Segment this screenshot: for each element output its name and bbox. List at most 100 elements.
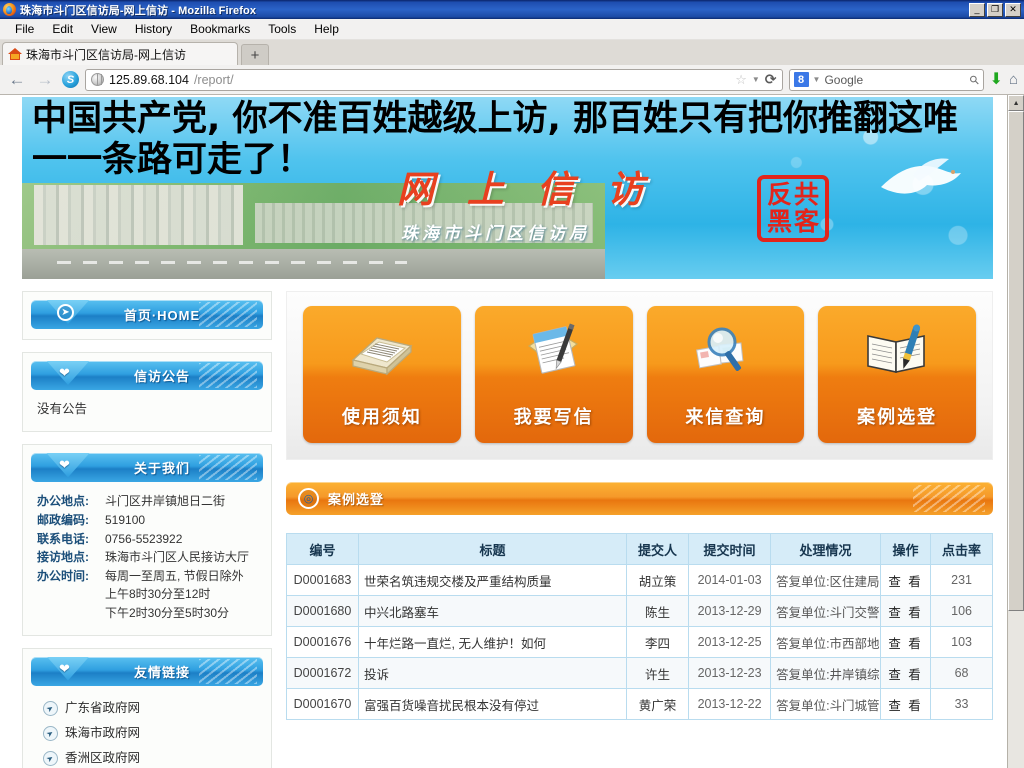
links-body: 广东省政府网 珠海市政府网 香洲区政府网 xyxy=(31,686,263,768)
sidebar-item-home[interactable]: ➤ 首页·HOME xyxy=(31,300,263,329)
cell-title[interactable]: 投诉 xyxy=(357,657,628,689)
panel-title-about: 关于我们 xyxy=(133,461,190,477)
cell-title[interactable]: 十年烂路一直烂, 无人维护！如何 xyxy=(357,626,628,658)
home-icon[interactable]: ⌂ xyxy=(1009,72,1018,87)
menu-tools[interactable]: Tools xyxy=(259,20,305,38)
panel-title-links: 友情链接 xyxy=(133,664,190,680)
case-list-section: ◎ 案例选登 编号 标题 提交人 提交时间 处理情况 操作 点击率 D00016… xyxy=(286,482,994,720)
menu-history[interactable]: History xyxy=(126,20,181,38)
tile-letter-query[interactable]: 来信查询 xyxy=(646,306,805,443)
link-label: 广东省政府网 xyxy=(65,700,141,715)
cell-action[interactable]: 查 看 xyxy=(880,564,932,596)
search-engine-label: Google xyxy=(824,72,864,87)
scroll-up-button[interactable]: ▲ xyxy=(1008,95,1024,111)
cell-date: 2013-12-22 xyxy=(688,688,772,720)
chevron-down-icon[interactable]: ▼ xyxy=(752,75,760,84)
bookmark-star-icon[interactable]: ☆ xyxy=(735,72,747,88)
tile-case-selection[interactable]: 案例选登 xyxy=(818,306,977,443)
book-stack-icon xyxy=(351,337,413,376)
menu-file[interactable]: File xyxy=(6,20,43,38)
search-engine-chevron-icon[interactable]: ▼ xyxy=(813,75,821,84)
panel-header-notice[interactable]: ❤ 信访公告 xyxy=(31,361,263,390)
restore-button[interactable]: ❐ xyxy=(987,2,1003,17)
cell-id: D0001670 xyxy=(286,688,359,720)
address-bar[interactable]: 125.89.68.104 /report/ ☆ ▼ ⟳ xyxy=(85,68,783,91)
browser-tab-active[interactable]: 珠海市斗门区信访局-网上信访 xyxy=(2,42,238,65)
cell-status: 答复单位:井岸镇综治 xyxy=(770,657,882,689)
about-row-reception: 接访地点: 珠海市斗门区人民接访大厅 xyxy=(37,548,259,567)
panel-about: ❤ 关于我们 办公地点: 斗门区井岸镇旭日二街 邮政编码: 519100 联系电… xyxy=(22,444,272,636)
google-icon: 8 xyxy=(793,72,809,87)
cell-title[interactable]: 中兴北路塞车 xyxy=(357,595,628,627)
scrollbar-track[interactable] xyxy=(1008,111,1024,768)
chevron-down-icon: ❤ xyxy=(59,365,70,380)
list-item[interactable]: 珠海市政府网 xyxy=(37,721,259,746)
column-header-status: 处理情况 xyxy=(770,533,882,565)
window-title: 珠海市斗门区信访局-网上信访 - Mozilla Firefox xyxy=(20,4,257,17)
downloads-icon[interactable]: ⬇ xyxy=(990,71,1003,88)
view-link[interactable]: 查 看 xyxy=(888,575,922,589)
cell-action[interactable]: 查 看 xyxy=(880,595,932,627)
title-bar: 珠海市斗门区信访局-网上信访 - Mozilla Firefox _ ❐ ✕ xyxy=(0,0,1024,19)
cell-title[interactable]: 世荣名筑违规交楼及严重结构质量 xyxy=(357,564,628,596)
cell-action[interactable]: 查 看 xyxy=(880,688,932,720)
tile-label: 使用须知 xyxy=(341,407,422,427)
cell-title[interactable]: 富强百货噪音扰民根本没有停过 xyxy=(357,688,628,720)
view-link[interactable]: 查 看 xyxy=(888,606,922,620)
menu-edit[interactable]: Edit xyxy=(43,20,82,38)
about-label-hours: 办公时间: xyxy=(37,568,89,583)
new-tab-button[interactable]: + xyxy=(241,44,269,65)
chevron-down-icon: ❤ xyxy=(59,660,70,676)
about-hours-afternoon: 下午2时30分至5时30分 xyxy=(105,605,230,620)
case-table: 编号 标题 提交人 提交时间 处理情况 操作 点击率 D0001683 世荣名筑… xyxy=(286,533,994,720)
cell-action[interactable]: 查 看 xyxy=(880,657,932,689)
stamp-char-2: 共 xyxy=(794,180,820,209)
menu-help[interactable]: Help xyxy=(305,20,348,38)
cell-action[interactable]: 查 看 xyxy=(880,626,932,658)
search-magnifier-icon[interactable]: ⚲ xyxy=(966,71,982,87)
wheat-decoration-icon xyxy=(913,485,986,512)
chevron-down-icon: ❤ xyxy=(59,457,70,473)
back-button[interactable]: ← xyxy=(6,71,28,88)
tile-usage-notice[interactable]: 使用须知 xyxy=(303,306,461,443)
view-link[interactable]: 查 看 xyxy=(888,699,922,713)
about-value-hours: 每周一至周五, 节假日除外 xyxy=(105,568,244,583)
cursor-icon xyxy=(43,751,58,767)
globe-icon xyxy=(91,73,104,86)
stamp-char-3: 黑 xyxy=(767,206,793,236)
about-value-phone: 0756-5523922 xyxy=(105,531,183,546)
minimize-button[interactable]: _ xyxy=(969,2,985,17)
menu-bookmarks[interactable]: Bookmarks xyxy=(181,20,259,38)
list-item[interactable]: 香洲区政府网 xyxy=(37,746,259,768)
web-page: 网 上 信 访 珠海市斗门区信访局 反 共 黑 客 中国共产党, 你不准百姓越级… xyxy=(0,95,1008,768)
cell-date: 2013-12-23 xyxy=(688,657,772,689)
brand-subtitle: 珠海市斗门区信访局 xyxy=(401,224,590,244)
view-link[interactable]: 查 看 xyxy=(888,637,922,651)
about-label-reception: 接访地点: xyxy=(37,550,89,565)
column-header-date: 提交时间 xyxy=(688,533,772,565)
close-button[interactable]: ✕ xyxy=(1005,2,1021,17)
tile-write-letter[interactable]: 我要写信 xyxy=(474,306,633,443)
view-link[interactable]: 查 看 xyxy=(888,668,922,682)
forward-button[interactable]: → xyxy=(34,71,56,88)
reload-icon[interactable]: ⟳ xyxy=(765,71,777,88)
scrollbar-thumb[interactable] xyxy=(1008,111,1024,611)
page-scrollbar[interactable]: ▲ xyxy=(1007,95,1024,768)
case-list-header: ◎ 案例选登 xyxy=(286,482,994,515)
list-item[interactable]: 广东省政府网 xyxy=(37,696,259,721)
about-row-hours: 办公时间: 每周一至周五, 节假日除外 xyxy=(37,567,259,586)
column-header-action: 操作 xyxy=(880,533,932,565)
about-hours-morning: 上午8时30分至12时 xyxy=(105,587,211,602)
column-header-title: 标题 xyxy=(357,533,628,565)
cell-hits: 103 xyxy=(930,626,994,658)
about-value-postcode: 519100 xyxy=(105,512,146,527)
panel-header-about[interactable]: ❤ 关于我们 xyxy=(31,453,263,483)
case-list-title: 案例选登 xyxy=(328,492,385,507)
panel-header-links[interactable]: ❤ 友情链接 xyxy=(31,656,263,686)
cursor-icon xyxy=(43,700,58,716)
menu-view[interactable]: View xyxy=(82,20,126,38)
cell-id: D0001672 xyxy=(286,657,359,689)
skype-icon[interactable]: S xyxy=(62,71,79,88)
search-bar[interactable]: 8 ▼ Google ⚲ xyxy=(788,68,984,91)
tile-label: 我要写信 xyxy=(513,407,594,427)
